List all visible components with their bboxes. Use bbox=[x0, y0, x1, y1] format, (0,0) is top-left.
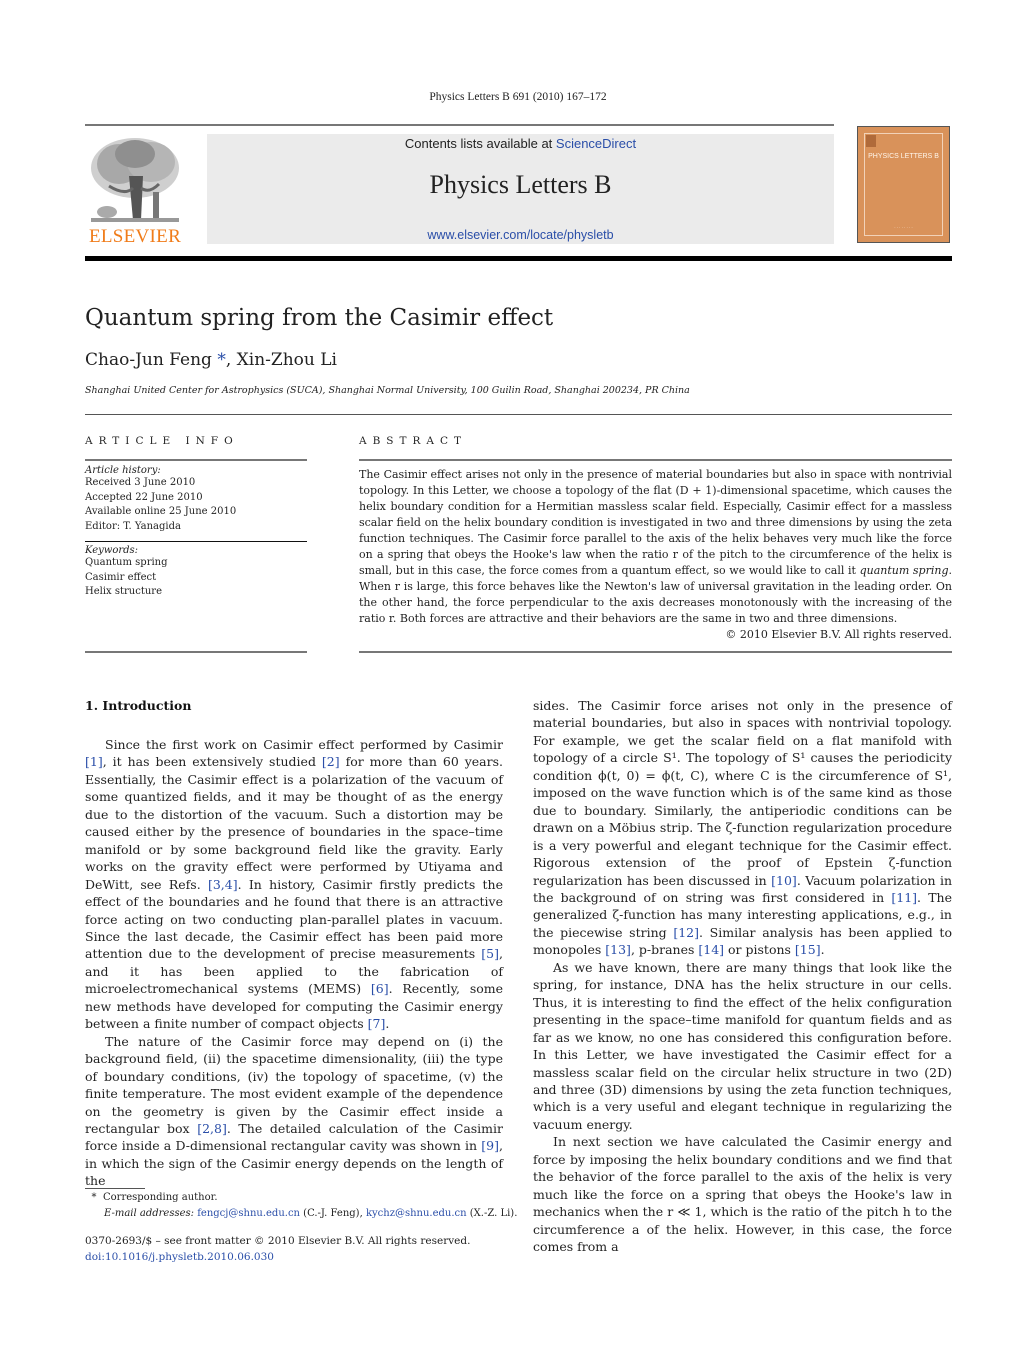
doi-link[interactable]: doi:10.1016/j.physletb.2010.06.030 bbox=[85, 1249, 470, 1265]
cover-logo-icon bbox=[866, 135, 876, 147]
citation-link[interactable]: [2,8] bbox=[197, 1121, 227, 1136]
abstract-heading: ABSTRACT bbox=[359, 435, 468, 447]
journal-cover-image[interactable]: PHYSICS LETTERS B · · · · · · · · bbox=[857, 126, 950, 243]
paragraph: As we have known, there are many things … bbox=[533, 959, 952, 1132]
affiliation: Shanghai United Center for Astrophysics … bbox=[85, 385, 690, 396]
citation-link[interactable]: [15] bbox=[795, 942, 821, 957]
divider bbox=[359, 459, 952, 461]
citation-link[interactable]: [5] bbox=[481, 946, 499, 961]
paragraph-text: , p-branes bbox=[630, 942, 699, 958]
contents-line: Contents lists available at ScienceDirec… bbox=[207, 136, 834, 151]
email-link[interactable]: kychz@shnu.edu.cn bbox=[366, 1208, 467, 1219]
citation-link[interactable]: [1] bbox=[85, 754, 103, 769]
paragraph: sides. The Casimir force arises not only… bbox=[533, 697, 952, 959]
section-heading: 1. Introduction bbox=[85, 698, 192, 713]
article-info-heading: ARTICLE INFO bbox=[85, 435, 239, 447]
title-rule bbox=[85, 414, 952, 415]
elsevier-logo[interactable]: ELSEVIER bbox=[85, 134, 185, 247]
editor: Editor: T. Yanagida bbox=[85, 520, 181, 532]
divider bbox=[359, 651, 952, 653]
citation-link[interactable]: [12] bbox=[673, 925, 699, 940]
email-link[interactable]: fengcj@shnu.edu.cn bbox=[197, 1208, 300, 1219]
paragraph: In next section we have calculated the C… bbox=[533, 1134, 952, 1255]
keyword: Quantum spring bbox=[85, 557, 168, 568]
citation-link[interactable]: [13] bbox=[605, 942, 631, 957]
keyword: Helix structure bbox=[85, 586, 162, 597]
article-info-panel: ARTICLE INFO Article history: Received 3… bbox=[85, 435, 307, 600]
cover-title: PHYSICS LETTERS B bbox=[868, 153, 939, 160]
paragraph-text: . bbox=[820, 942, 825, 958]
cover-footer: · · · · · · · · bbox=[894, 225, 913, 230]
citation-link[interactable]: [2] bbox=[322, 754, 340, 769]
front-matter: 0370-2693/$ – see front matter © 2010 El… bbox=[85, 1233, 470, 1265]
citation-link[interactable]: [7] bbox=[368, 1016, 386, 1031]
paragraph: Since the first work on Casimir effect p… bbox=[85, 736, 503, 1033]
keyword: Casimir effect bbox=[85, 571, 157, 583]
footnote-text: Corresponding author. bbox=[103, 1192, 218, 1203]
citation-link[interactable]: [3,4] bbox=[208, 877, 238, 892]
paragraph-text: . bbox=[385, 1016, 390, 1032]
abstract-header: ABSTRACT bbox=[359, 435, 952, 461]
email-owner: (C.-J. Feng), bbox=[300, 1208, 366, 1219]
keywords-label: Keywords: bbox=[85, 545, 139, 556]
divider bbox=[85, 651, 307, 653]
paragraph: The nature of the Casimir force may depe… bbox=[85, 1033, 503, 1190]
citation-link[interactable]: [6] bbox=[371, 981, 389, 996]
citation-link[interactable]: [11] bbox=[891, 890, 917, 905]
tree-icon bbox=[91, 138, 179, 222]
citation-link[interactable]: [10] bbox=[771, 873, 797, 888]
abstract-emphasis: quantum spring bbox=[859, 564, 949, 577]
author-separator: , bbox=[225, 350, 237, 370]
email-label: E-mail addresses: bbox=[104, 1208, 198, 1219]
citation-link[interactable]: [9] bbox=[481, 1138, 499, 1153]
journal-reference: Physics Letters B 691 (2010) 167–172 bbox=[429, 91, 607, 103]
author-name[interactable]: Xin-Zhou Li bbox=[237, 350, 337, 370]
author-name[interactable]: Chao-Jun Feng bbox=[85, 350, 212, 370]
article-title: Quantum spring from the Casimir effect bbox=[85, 305, 554, 331]
citation-link[interactable]: [14] bbox=[698, 942, 724, 957]
publisher-wordmark: ELSEVIER bbox=[88, 226, 182, 247]
abstract-text: The Casimir effect arises not only in th… bbox=[359, 468, 952, 577]
journal-banner: Contents lists available at ScienceDirec… bbox=[207, 134, 834, 244]
paragraph-text: Since the first work on Casimir effect p… bbox=[105, 737, 503, 752]
paragraph-text: for more than 60 years. Essentially, the… bbox=[85, 754, 503, 892]
footnote: * Corresponding author. E-mail addresses:… bbox=[85, 1190, 518, 1222]
footnote-rule bbox=[85, 1188, 145, 1189]
footnote-mark: * bbox=[91, 1192, 97, 1203]
author-list: Chao-Jun Feng *, Xin-Zhou Li bbox=[85, 350, 337, 370]
journal-url-link[interactable]: www.elsevier.com/locate/physletb bbox=[207, 228, 834, 242]
history-item: Available online 25 June 2010 bbox=[85, 506, 237, 517]
paragraph-text: or pistons bbox=[724, 942, 795, 958]
cover-border bbox=[864, 133, 943, 236]
history-item: Received 3 June 2010 bbox=[85, 477, 196, 488]
header-rule bbox=[85, 124, 834, 126]
history-item: Accepted 22 June 2010 bbox=[85, 491, 203, 503]
paragraph-text: sides. The Casimir force arises not only… bbox=[533, 698, 952, 888]
footnote-emails: E-mail addresses: fengcj@shnu.edu.cn (C.… bbox=[85, 1206, 517, 1222]
corresponding-author-mark[interactable]: * bbox=[217, 350, 226, 370]
sciencedirect-link[interactable]: ScienceDirect bbox=[556, 136, 636, 151]
history-label: Article history: bbox=[85, 465, 161, 476]
journal-title: Physics Letters B bbox=[429, 170, 612, 199]
divider bbox=[85, 459, 307, 461]
issn-line: 0370-2693/$ – see front matter © 2010 El… bbox=[85, 1235, 471, 1247]
contents-prefix: Contents lists available at bbox=[404, 136, 556, 151]
divider bbox=[85, 541, 307, 542]
left-column: Since the first work on Casimir effect p… bbox=[85, 736, 503, 1190]
header-thick-rule bbox=[85, 256, 952, 261]
paragraph-text: , it has been extensively studied bbox=[102, 754, 322, 770]
abstract-body: The Casimir effect arises not only in th… bbox=[359, 467, 952, 643]
abstract-copyright: © 2010 Elsevier B.V. All rights reserved… bbox=[725, 628, 952, 641]
email-owner: (X.-Z. Li). bbox=[466, 1208, 518, 1219]
right-column: sides. The Casimir force arises not only… bbox=[533, 697, 952, 1256]
footnote-corresponding: * Corresponding author. bbox=[85, 1190, 517, 1206]
